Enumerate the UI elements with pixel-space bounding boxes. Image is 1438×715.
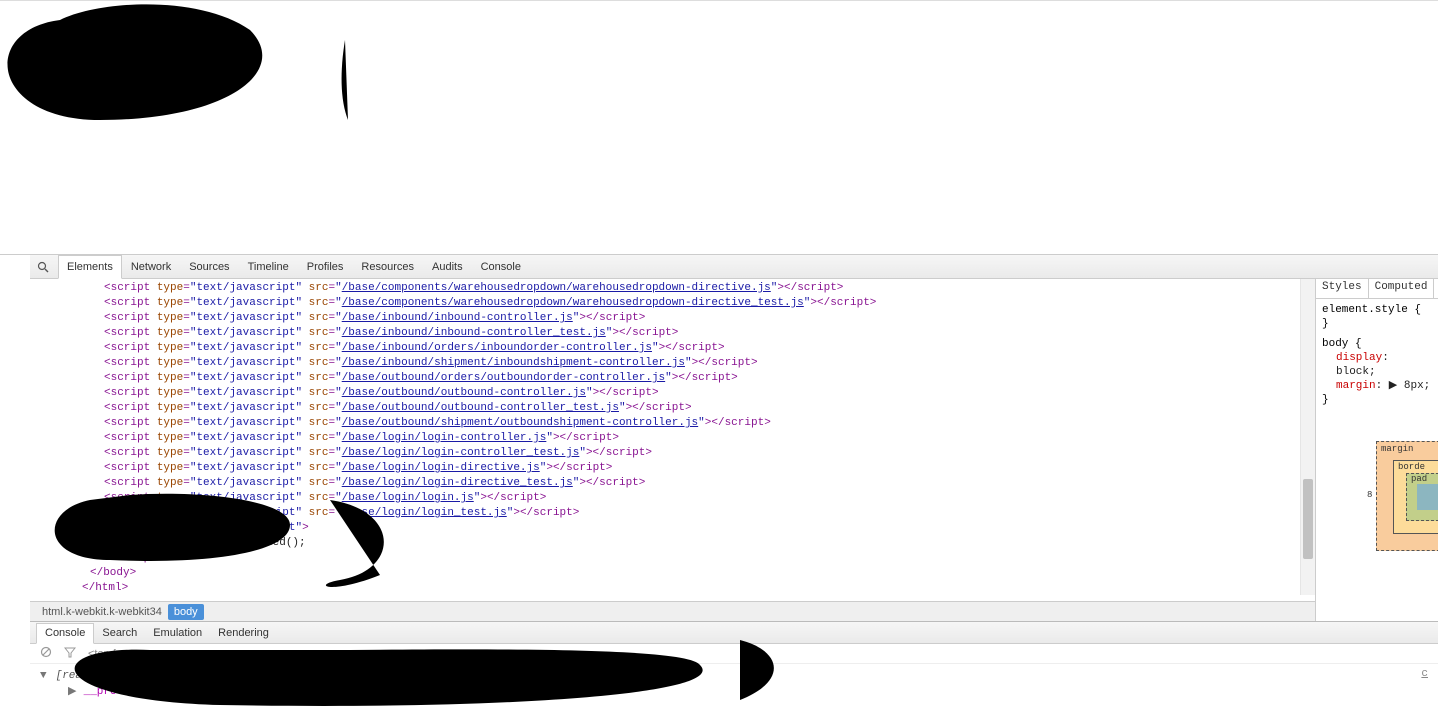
dom-inline-code[interactable]: window.__karma__.loaded(); — [34, 536, 1315, 551]
dom-tree[interactable]: <script type="text/javascript" src="/bas… — [30, 279, 1315, 601]
styles-tab-event[interactable]: E — [1434, 279, 1438, 298]
script-src-link[interactable]: /base/inbound/inbound-controller_test.js — [342, 327, 606, 339]
vertical-scrollbar[interactable] — [1300, 279, 1315, 595]
script-src-link[interactable]: /base/inbound/inbound-controller.js — [342, 312, 573, 324]
dom-body-close[interactable]: </body> — [34, 566, 1315, 581]
breadcrumb-body[interactable]: body — [168, 604, 204, 620]
prop-margin[interactable]: margin — [1336, 380, 1376, 392]
devtools-toolbar: Elements Network Sources Timeline Profil… — [30, 255, 1438, 279]
console-source-link[interactable]: c — [1421, 668, 1428, 680]
dom-script-tag[interactable]: <script type="text/javascript" src="/bas… — [34, 296, 1315, 311]
scrollbar-thumb[interactable] — [1303, 479, 1313, 559]
tab-network[interactable]: Network — [122, 255, 180, 278]
body-selector: body { — [1322, 338, 1362, 350]
tab-console[interactable]: Console — [472, 255, 530, 278]
tab-elements[interactable]: Elements — [58, 255, 122, 279]
box-padding-label: pad — [1411, 474, 1427, 484]
filter-icon[interactable] — [64, 646, 76, 661]
box-model[interactable]: margin 8 borde pad — [1316, 441, 1438, 561]
dom-script-tag[interactable]: <script type="text/javascript" src="/bas… — [34, 491, 1315, 506]
styles-tab-computed[interactable]: Computed — [1369, 279, 1435, 298]
page-viewport — [0, 0, 1438, 255]
tab-audits[interactable]: Audits — [423, 255, 472, 278]
console-toolbar: <top frame> ▾ — [30, 644, 1438, 664]
drawer-tabs: Console Search Emulation Rendering — [30, 622, 1438, 644]
breadcrumb: html.k-webkit.k-webkit34 body — [30, 601, 1315, 621]
dom-html-close[interactable]: </html> — [34, 581, 1315, 596]
dom-script-tag[interactable]: <script type="text/javascript" src="/bas… — [34, 326, 1315, 341]
console-log-line[interactable]: ▼ [ready: function, toString: function, … — [40, 668, 1428, 684]
styles-rules[interactable]: element.style { } body { display: block;… — [1316, 299, 1438, 411]
dom-script-tag[interactable]: <script type="text/javascript" src="/bas… — [34, 311, 1315, 326]
dom-script-tag[interactable]: <script type="text/javascript" src="/bas… — [34, 506, 1315, 521]
dom-script-inline-open[interactable]: <script type="text/javascript"> — [34, 521, 1315, 536]
dom-script-tag[interactable]: <script type="text/javascript" src="/bas… — [34, 281, 1315, 296]
styles-sidebar: Styles Computed E element.style { } body… — [1316, 279, 1438, 621]
info-badge-icon: i — [621, 670, 633, 682]
console-proto-line[interactable]: ▶ __proto__: Object[0] — [40, 684, 1428, 700]
script-src-link[interactable]: /base/login/login-directive_test.js — [342, 477, 573, 489]
inspect-icon[interactable] — [36, 260, 50, 274]
dom-script-tag[interactable]: <script type="text/javascript" src="/bas… — [34, 446, 1315, 461]
dom-script-tag[interactable]: <script type="text/javascript" src="/bas… — [34, 431, 1315, 446]
devtools-panel: Elements Network Sources Timeline Profil… — [30, 255, 1438, 715]
console-drawer: Console Search Emulation Rendering <top … — [30, 621, 1438, 715]
script-src-link[interactable]: /base/components/warehousedropdown/wareh… — [342, 297, 804, 309]
dom-script-tag[interactable]: <script type="text/javascript" src="/bas… — [34, 341, 1315, 356]
rule-close: } — [1322, 318, 1329, 330]
script-src-link[interactable]: /base/login/login-directive.js — [342, 462, 540, 474]
panel-tabs: Elements Network Sources Timeline Profil… — [58, 255, 530, 278]
drawer-tab-search[interactable]: Search — [94, 622, 145, 643]
script-src-link[interactable]: /base/login/login-controller.js — [342, 432, 547, 444]
dom-script-tag[interactable]: <script type="text/javascript" src="/bas… — [34, 416, 1315, 431]
console-output[interactable]: ▼ [ready: function, toString: function, … — [30, 664, 1438, 715]
box-border-label: borde — [1398, 462, 1425, 472]
script-src-link[interactable]: /base/outbound/outbound-controller.js — [342, 387, 586, 399]
element-style-selector: element.style { — [1322, 304, 1421, 316]
disclosure-triangle-icon[interactable]: ▼ — [40, 668, 49, 684]
tab-resources[interactable]: Resources — [352, 255, 423, 278]
dom-script-tag[interactable]: <script type="text/javascript" src="/bas… — [34, 356, 1315, 371]
box-margin-label: margin — [1381, 444, 1413, 454]
box-margin-left: 8 — [1367, 490, 1372, 500]
rule-close2: } — [1322, 394, 1329, 406]
script-src-link[interactable]: /base/inbound/orders/inboundorder-contro… — [342, 342, 652, 354]
clear-console-icon[interactable] — [40, 646, 52, 661]
script-src-link[interactable]: /base/components/warehousedropdown/wareh… — [342, 282, 771, 294]
script-src-link[interactable]: /base/outbound/orders/outboundorder-cont… — [342, 372, 665, 384]
script-src-link[interactable]: /base/outbound/outbound-controller_test.… — [342, 402, 619, 414]
dom-script-tag[interactable]: <script type="text/javascript" src="/bas… — [34, 401, 1315, 416]
script-src-link[interactable]: /base/login/login-controller_test.js — [342, 447, 580, 459]
tab-sources[interactable]: Sources — [180, 255, 238, 278]
drawer-tab-rendering[interactable]: Rendering — [210, 622, 277, 643]
styles-tab-styles[interactable]: Styles — [1316, 279, 1369, 298]
drawer-tab-emulation[interactable]: Emulation — [145, 622, 210, 643]
script-src-link[interactable]: /base/inbound/shipment/inboundshipment-c… — [342, 357, 685, 369]
script-src-link[interactable]: /base/login/login.js — [342, 492, 474, 504]
dom-script-tag[interactable]: <script type="text/javascript" src="/bas… — [34, 476, 1315, 491]
breadcrumb-html[interactable]: html.k-webkit.k-webkit34 — [36, 604, 168, 620]
drawer-tab-console[interactable]: Console — [36, 623, 94, 644]
styles-tabs: Styles Computed E — [1316, 279, 1438, 299]
prop-display[interactable]: display — [1336, 352, 1382, 364]
tab-timeline[interactable]: Timeline — [239, 255, 298, 278]
dom-script-inline-close[interactable]: </script> — [34, 551, 1315, 566]
script-src-link[interactable]: /base/outbound/shipment/outboundshipment… — [342, 417, 698, 429]
tab-profiles[interactable]: Profiles — [298, 255, 353, 278]
disclosure-triangle-icon[interactable]: ▶ — [68, 684, 77, 700]
dom-script-tag[interactable]: <script type="text/javascript" src="/bas… — [34, 371, 1315, 386]
dom-script-tag[interactable]: <script type="text/javascript" src="/bas… — [34, 461, 1315, 476]
frame-selector[interactable]: <top frame> ▾ — [88, 647, 156, 660]
script-src-link[interactable]: /base/login/login_test.js — [342, 507, 507, 519]
dom-script-tag[interactable]: <script type="text/javascript" src="/bas… — [34, 386, 1315, 401]
